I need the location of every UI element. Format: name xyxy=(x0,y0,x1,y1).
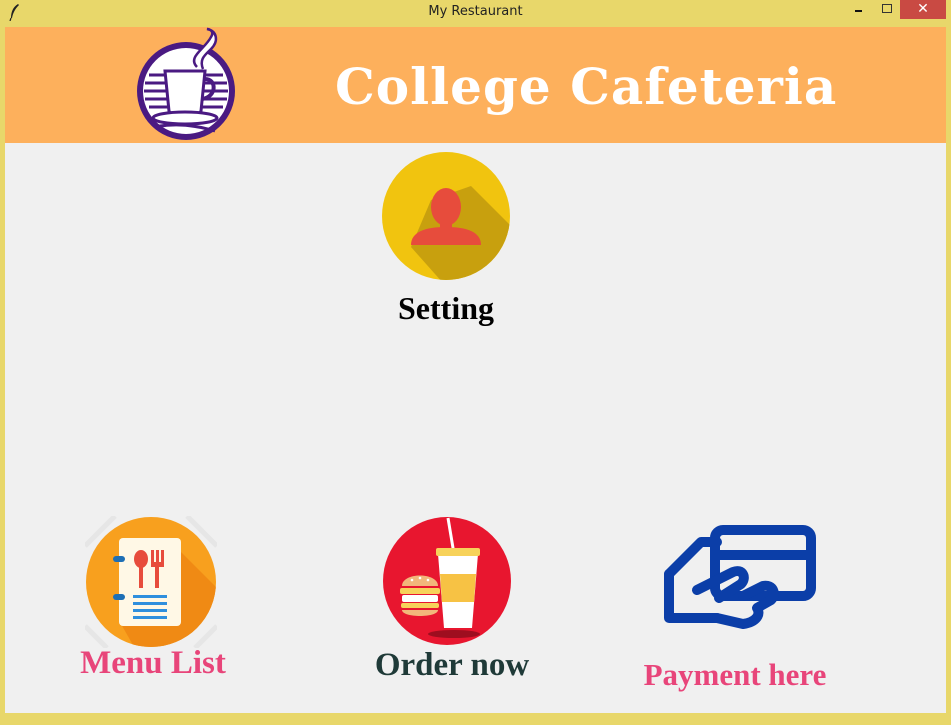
fast-food-icon xyxy=(383,517,511,645)
window-bottom-border xyxy=(0,713,951,725)
coffee-cup-logo xyxy=(137,27,235,140)
order-now-button[interactable]: Order now xyxy=(367,515,529,685)
title-bar: My Restaurant ✕ xyxy=(0,0,951,26)
close-button[interactable]: ✕ xyxy=(900,0,946,19)
close-icon: ✕ xyxy=(917,1,929,17)
user-avatar-icon xyxy=(382,152,510,280)
minimize-button[interactable] xyxy=(843,0,873,19)
card-payment-icon xyxy=(664,525,816,629)
menu-list-button[interactable]: Menu List xyxy=(73,515,233,685)
maximize-button[interactable] xyxy=(873,0,900,19)
menu-list-label: Menu List xyxy=(80,645,226,681)
menu-book-icon xyxy=(85,516,217,648)
setting-label: Setting xyxy=(398,290,494,326)
setting-button[interactable]: Setting xyxy=(381,152,511,327)
brand-title: College Cafeteria xyxy=(335,57,838,116)
payment-button[interactable]: Payment here xyxy=(625,522,845,697)
app-content: College Cafeteria Setting Menu List Orde… xyxy=(5,27,946,713)
payment-label: Payment here xyxy=(643,657,827,692)
order-now-label: Order now xyxy=(374,647,530,683)
header-banner: College Cafeteria xyxy=(5,27,946,143)
window-title: My Restaurant xyxy=(428,4,523,19)
